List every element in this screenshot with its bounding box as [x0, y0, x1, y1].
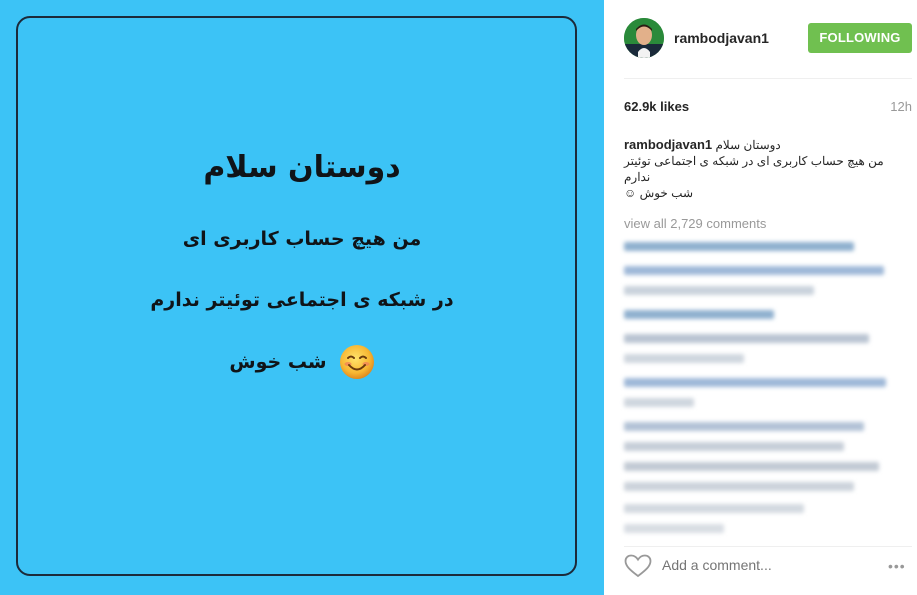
image-text-line-4: شب خوش [229, 351, 327, 373]
blurred-comment-line [624, 524, 724, 533]
post-sidebar: rambodjavan1 FOLLOWING 62.9k likes 12h r… [604, 0, 917, 595]
image-text-line-4-row: شب خوش [0, 344, 604, 380]
header-username[interactable]: rambodjavan1 [674, 30, 769, 46]
blurred-comment-line [624, 242, 854, 251]
blurred-comment-line [624, 354, 744, 363]
smiling-face-emoji-icon [339, 345, 374, 379]
blurred-comment-line [624, 378, 886, 387]
image-text-line-2: من هیچ حساب کاربری ای [182, 228, 422, 250]
blurred-comment-line [624, 462, 879, 471]
following-button[interactable]: FOLLOWING [808, 23, 912, 53]
view-all-comments-link[interactable]: view all 2,729 comments [624, 216, 766, 231]
blurred-comment-line [624, 442, 844, 451]
avatar-image [624, 18, 664, 58]
post-image: دوستان سلام من هیچ حساب کاربری ای در شبک… [0, 0, 604, 595]
caption-line-4: شب خوش ☺ [624, 186, 694, 200]
likes-count[interactable]: 62.9k likes [624, 99, 689, 114]
avatar[interactable] [624, 18, 664, 58]
blurred-comment-line [624, 266, 884, 275]
caption-line-2: من هیچ حساب کاربری ای در شبکه ی اجتماعی … [624, 154, 884, 168]
blurred-comment-line [624, 504, 804, 513]
caption-line-1: rambodjavan1 دوستان سلام [624, 137, 909, 153]
caption: rambodjavan1 دوستان سلام من هیچ حساب کار… [624, 137, 909, 201]
blurred-comment-line [624, 310, 774, 319]
blurred-comment-line [624, 482, 854, 491]
heart-icon[interactable] [624, 554, 652, 578]
blurred-comment-line [624, 422, 864, 431]
header-divider [624, 78, 912, 79]
image-title: دوستان سلام [203, 150, 401, 185]
caption-line-3: ندارم [624, 170, 651, 184]
blurred-comment-line [624, 286, 814, 295]
blurred-comments [624, 238, 909, 538]
caption-username[interactable]: rambodjavan1 [624, 137, 712, 152]
image-text-line-3: در شبکه ی اجتماعی توئیتر ندارم [150, 289, 454, 311]
caption-text-1: دوستان سلام [715, 138, 781, 152]
post-header: rambodjavan1 FOLLOWING [604, 0, 917, 78]
blurred-comment-line [624, 334, 869, 343]
add-comment-input[interactable] [662, 557, 862, 573]
footer-divider [624, 546, 912, 547]
post-time[interactable]: 12h [890, 99, 912, 114]
more-options-icon[interactable]: ••• [888, 558, 906, 574]
blurred-comment-line [624, 398, 694, 407]
